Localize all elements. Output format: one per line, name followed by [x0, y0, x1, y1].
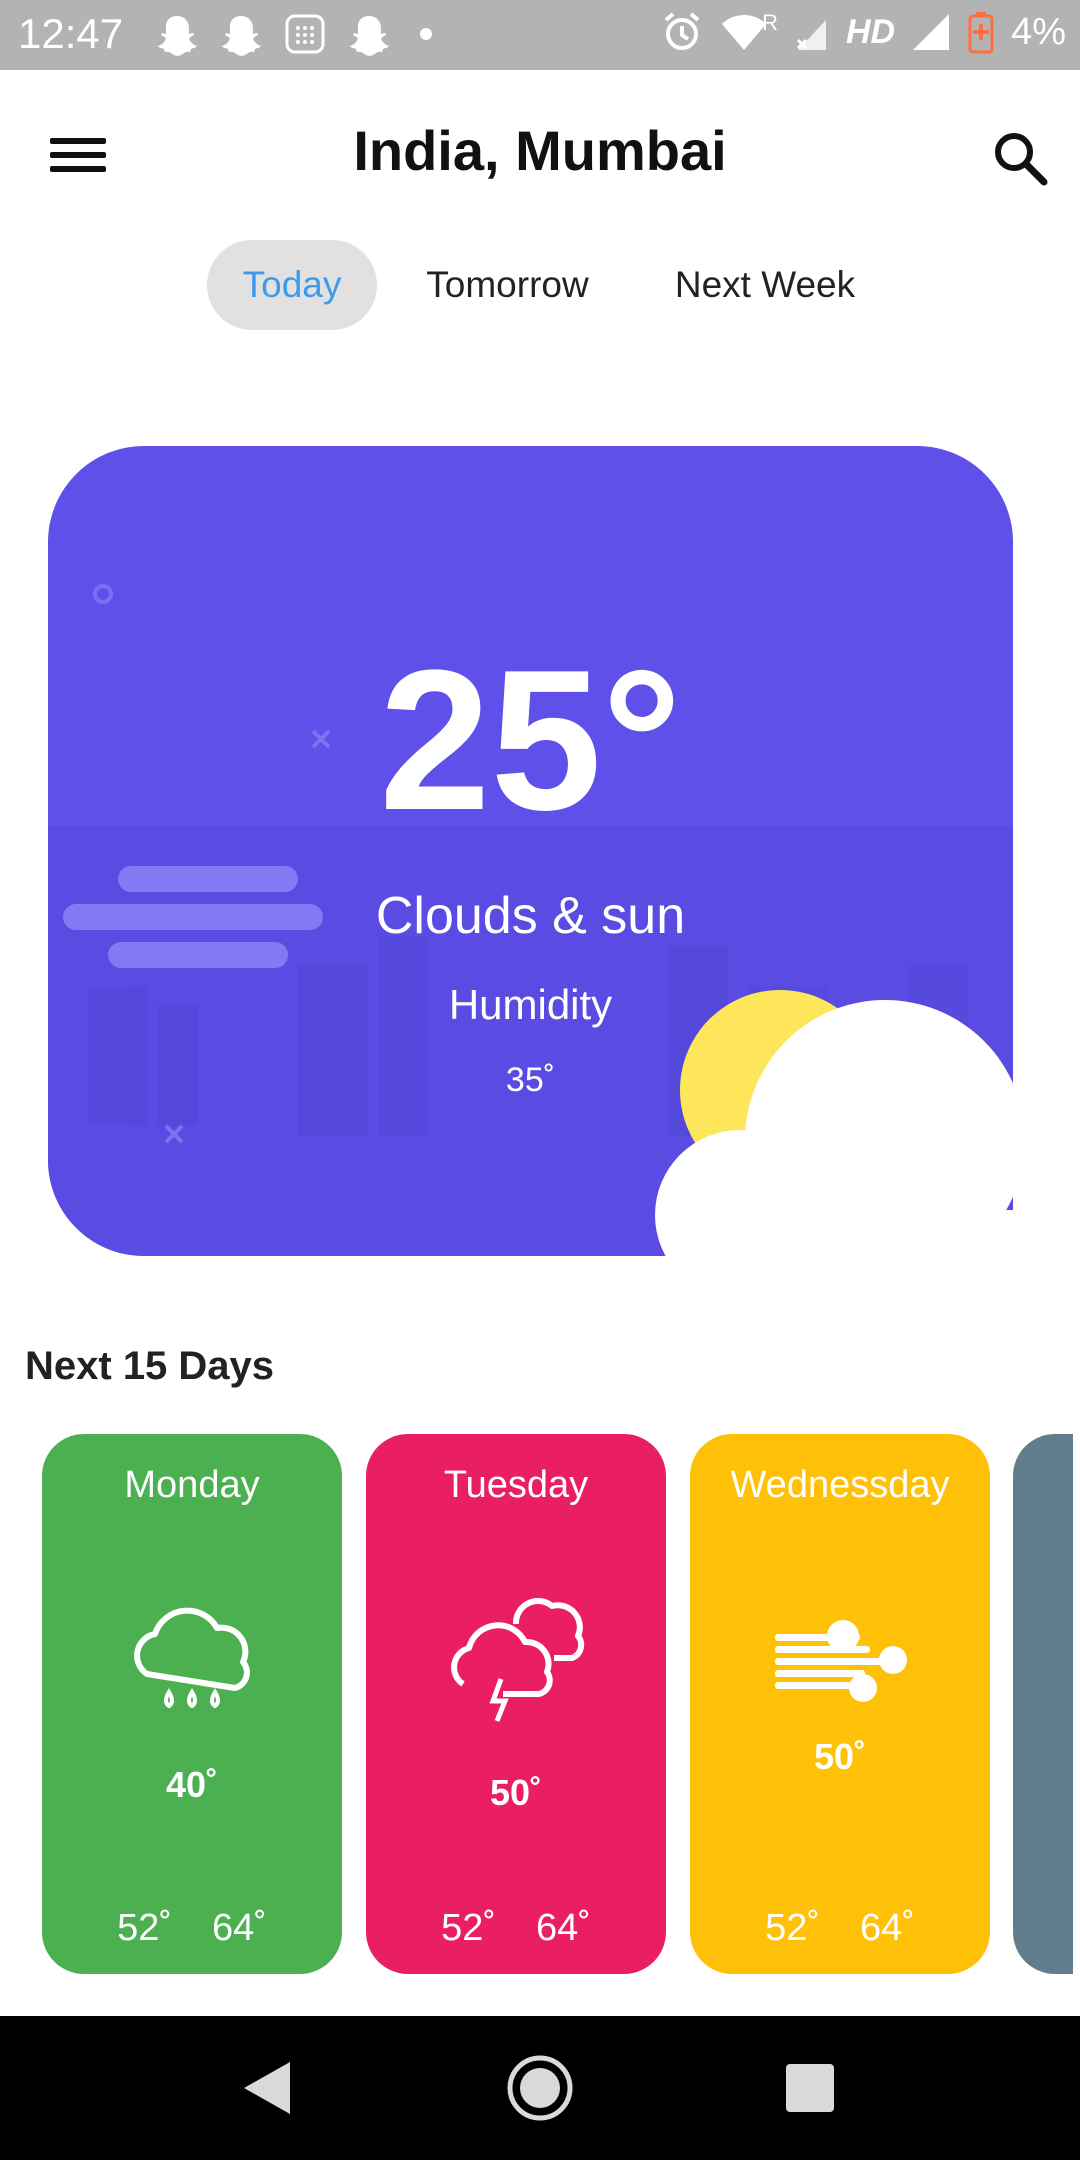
notification-icons	[155, 12, 441, 56]
high-temp: 64˚	[860, 1907, 915, 1949]
high-temp: 64˚	[536, 1907, 591, 1949]
alarm-icon	[664, 12, 700, 50]
roaming-label: R	[762, 10, 778, 35]
low-high: 52˚ 64˚	[42, 1907, 342, 1950]
day-name: Wednessday	[730, 1464, 950, 1506]
wifi-icon	[722, 15, 767, 50]
day-name: Tuesday	[443, 1464, 589, 1506]
day-temperature: 40˚	[165, 1764, 219, 1805]
snapchat-icon	[350, 16, 389, 56]
status-bar: 12:47 R HD 4%	[0, 0, 1080, 70]
battery-percent: 4%	[1011, 10, 1066, 53]
sun-cloud-icon	[655, 990, 1080, 1270]
section-title: Next 15 Days	[25, 1344, 275, 1388]
snapchat-icon	[158, 16, 197, 56]
signal-icon	[913, 14, 950, 50]
home-icon[interactable]	[504, 2052, 576, 2124]
signal-x-icon	[796, 20, 826, 50]
status-right-icons: R HD 4%	[660, 10, 1066, 54]
status-time: 12:47	[18, 10, 124, 57]
forecast-card-partial[interactable]	[1013, 1434, 1073, 1974]
dot-icon	[420, 28, 432, 40]
search-icon	[995, 133, 1048, 186]
low-temp: 52˚	[117, 1907, 172, 1949]
page-title: India, Mumbai	[353, 119, 727, 182]
tab-tomorrow[interactable]: Tomorrow	[400, 240, 615, 330]
wind-icon	[775, 1620, 907, 1702]
forecast-card-wednesday[interactable]: Wednessday 50˚ 52˚ 64˚	[690, 1434, 990, 1974]
battery-low-icon	[968, 12, 994, 54]
day-tabs: Today Tomorrow Next Week	[0, 240, 1080, 330]
recents-icon[interactable]	[774, 2052, 846, 2124]
tab-today[interactable]: Today	[207, 240, 377, 330]
weather-condition: Clouds & sun	[375, 887, 686, 945]
current-temperature: 25°	[379, 629, 682, 852]
back-icon[interactable]	[230, 2052, 302, 2124]
calculator-icon	[285, 14, 325, 54]
forecast-card-tuesday[interactable]: Tuesday 50˚ 52˚ 64˚	[366, 1434, 666, 1974]
day-temperature: 50˚	[489, 1772, 543, 1813]
forecast-card-monday[interactable]: Monday 40˚ 52˚ 64˚	[42, 1434, 342, 1974]
low-high: 52˚ 64˚	[690, 1907, 990, 1950]
low-temp: 52˚	[441, 1907, 496, 1949]
thunder-cloud-icon	[451, 1597, 585, 1722]
high-temp: 64˚	[212, 1907, 267, 1949]
system-nav-bar	[0, 2016, 1080, 2160]
low-high: 52˚ 64˚	[366, 1907, 666, 1950]
day-name: Monday	[124, 1464, 260, 1506]
low-temp: 52˚	[765, 1907, 820, 1949]
day-temperature: 50˚	[813, 1736, 867, 1777]
tab-next-week[interactable]: Next Week	[655, 240, 875, 330]
search-button[interactable]	[990, 128, 1050, 188]
rain-cloud-icon	[134, 1607, 250, 1709]
network-type: HD	[845, 12, 896, 51]
snapchat-icon	[222, 16, 261, 56]
